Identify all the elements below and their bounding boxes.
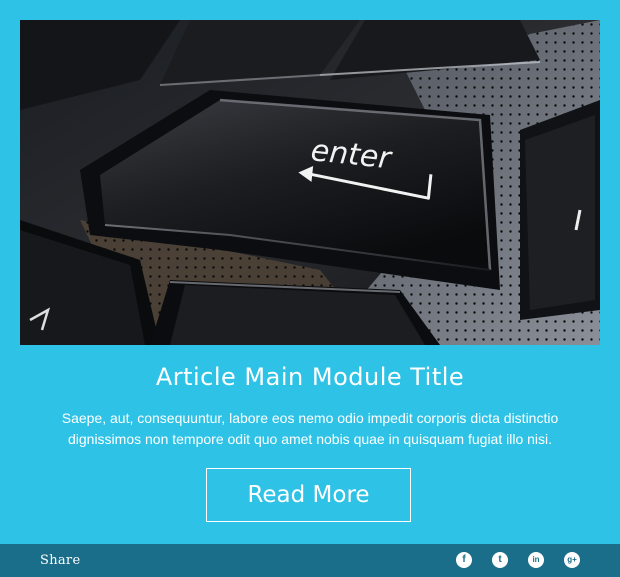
share-footer: Share f t in g+: [0, 544, 620, 577]
google-plus-icon[interactable]: g+: [564, 552, 580, 568]
keyboard-photo: enter: [20, 20, 600, 345]
article-title: Article Main Module Title: [155, 363, 465, 391]
hero-image: enter: [20, 20, 600, 345]
facebook-icon[interactable]: f: [456, 552, 472, 568]
share-label: Share: [40, 553, 81, 568]
read-more-button[interactable]: Read More: [206, 468, 411, 522]
linkedin-icon[interactable]: in: [528, 552, 544, 568]
article-description: Saepe, aut, consequuntur, labore eos nem…: [61, 410, 559, 447]
twitter-icon[interactable]: t: [492, 552, 508, 568]
